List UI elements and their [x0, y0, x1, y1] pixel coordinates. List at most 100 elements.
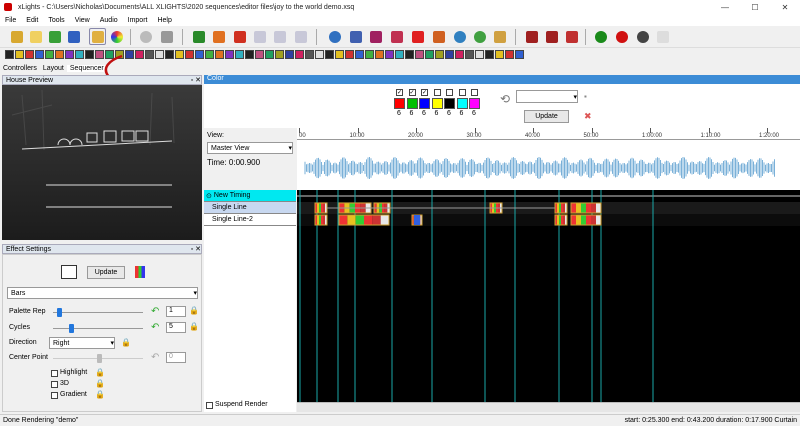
bookmark-icon[interactable] — [563, 28, 580, 45]
menu-audio[interactable]: Audio — [95, 17, 123, 24]
brush-icon[interactable] — [491, 28, 508, 45]
lock-icon[interactable]: 🔒 — [95, 379, 105, 388]
effect-palette-icon[interactable] — [385, 50, 394, 59]
effect-palette-icon[interactable] — [195, 50, 204, 59]
play-button[interactable] — [190, 28, 207, 45]
color-wheel-icon[interactable]: ⟲ — [500, 92, 510, 106]
effects-grid[interactable] — [297, 190, 800, 402]
effect-palette-icon[interactable] — [485, 50, 494, 59]
zoom-out-icon[interactable] — [543, 28, 560, 45]
effect-palette-icon[interactable] — [35, 50, 44, 59]
effect-palette-icon[interactable] — [365, 50, 374, 59]
3d-checkbox[interactable] — [51, 381, 58, 388]
panel-close-icon[interactable]: ▫ ✕ — [191, 245, 201, 253]
effect-palette-icon[interactable] — [165, 50, 174, 59]
effect-palette-icon[interactable] — [205, 50, 214, 59]
color-swatch[interactable] — [469, 98, 480, 109]
effects-icon[interactable] — [367, 28, 384, 45]
new-file-icon[interactable] — [27, 28, 44, 45]
delete-palette-icon[interactable]: ✖ — [584, 111, 592, 122]
effect-palette-icon[interactable] — [325, 50, 334, 59]
row-heading-single-line[interactable]: Single Line — [204, 202, 296, 214]
effect-palette-icon[interactable] — [45, 50, 54, 59]
pause-button[interactable] — [210, 28, 227, 45]
view-select[interactable]: Master View ▾ — [207, 142, 293, 154]
house-preview-canvas[interactable] — [2, 85, 202, 240]
effect-update-button[interactable]: Update — [87, 266, 125, 279]
color-enable-checkbox[interactable]: ✓ — [421, 89, 428, 96]
effect-palette-icon[interactable] — [355, 50, 364, 59]
effect-palette-icon[interactable] — [305, 50, 314, 59]
effect-palette-icon[interactable] — [315, 50, 324, 59]
menu-tools[interactable]: Tools — [43, 17, 69, 24]
palette-rep-slider-thumb[interactable] — [57, 308, 62, 317]
effect-palette-icon[interactable] — [245, 50, 254, 59]
cycles-slider-thumb[interactable] — [69, 324, 74, 333]
color-enable-checkbox[interactable]: ✓ — [408, 89, 416, 96]
effect-type-select[interactable]: Bars ▾ — [7, 287, 198, 299]
gradient-checkbox[interactable] — [51, 392, 58, 399]
effect-palette-icon[interactable] — [335, 50, 344, 59]
sparkle-icon[interactable] — [451, 28, 468, 45]
effect-palette-icon[interactable] — [415, 50, 424, 59]
color-enable-checkbox[interactable]: ✓ — [396, 89, 403, 96]
color-swatch[interactable] — [431, 98, 443, 109]
lock-icon[interactable]: 🔒 — [95, 390, 105, 399]
color-enable-checkbox[interactable] — [433, 89, 441, 96]
color-swatch[interactable] — [406, 98, 418, 109]
effect-palette-icon[interactable] — [505, 50, 514, 59]
timeline-ruler[interactable]: 00 10:00 20:00 30:00 40:00 50:00 1:00:00 1:10:0… — [297, 128, 800, 140]
open-file-icon[interactable] — [46, 28, 63, 45]
effect-palette-icon[interactable] — [55, 50, 64, 59]
gear-icon[interactable] — [326, 28, 343, 45]
row-heading-single-line-2[interactable]: Single Line-2 — [204, 214, 296, 226]
direction-select[interactable]: Right ▾ — [49, 337, 115, 349]
effect-palette-icon[interactable] — [175, 50, 184, 59]
effect-palette-icon[interactable] — [405, 50, 414, 59]
effect-palette-icon[interactable] — [25, 50, 34, 59]
effect-palette-icon[interactable] — [15, 50, 24, 59]
color-enable-checkbox[interactable] — [471, 89, 478, 96]
palette-rep-curve-icon[interactable]: ↶ — [151, 306, 159, 317]
color-swatch[interactable] — [456, 98, 468, 109]
suspend-render-checkbox[interactable] — [206, 402, 213, 409]
models-icon[interactable] — [347, 28, 364, 45]
effect-palette-icon[interactable] — [255, 50, 264, 59]
menu-view[interactable]: View — [70, 17, 95, 24]
color-enable-checkbox[interactable] — [458, 89, 466, 96]
maximize-button[interactable]: ☐ — [740, 0, 770, 14]
effect-palette-icon[interactable] — [345, 50, 354, 59]
color-swatch[interactable] — [394, 98, 405, 109]
menu-edit[interactable]: Edit — [21, 17, 43, 24]
sparkle-2-icon[interactable] — [471, 28, 488, 45]
color-swatch[interactable] — [419, 98, 430, 109]
tab-layout[interactable]: Layout — [40, 65, 67, 72]
cycles-slider[interactable] — [53, 328, 143, 329]
save-icon[interactable] — [65, 28, 82, 45]
help-icon[interactable] — [592, 28, 609, 45]
effect-palette-icon[interactable] — [225, 50, 234, 59]
lock-icon[interactable]: 🔒 — [95, 368, 105, 377]
effect-palette-icon[interactable] — [145, 50, 154, 59]
menu-file[interactable]: File — [0, 17, 21, 24]
home-icon[interactable] — [430, 28, 447, 45]
bell-icon[interactable] — [654, 28, 671, 45]
effect-palette-icon[interactable] — [495, 50, 504, 59]
effect-palette-icon[interactable] — [475, 50, 484, 59]
effect-palette-icon[interactable] — [435, 50, 444, 59]
color-enable-checkbox[interactable] — [446, 89, 453, 96]
menu-import[interactable]: Import — [123, 17, 153, 24]
effect-palette-icon[interactable] — [215, 50, 224, 59]
replay-icon[interactable] — [292, 28, 309, 45]
color-swatch[interactable] — [444, 98, 455, 109]
zoom-in-icon[interactable] — [523, 28, 540, 45]
battery-icon[interactable] — [158, 28, 175, 45]
record-icon[interactable] — [613, 28, 630, 45]
save-as-icon[interactable] — [89, 28, 106, 45]
effect-palette-icon[interactable] — [235, 50, 244, 59]
effect-palette-icon[interactable] — [185, 50, 194, 59]
horizontal-scrollbar[interactable] — [297, 402, 800, 412]
effect-palette-icon[interactable] — [285, 50, 294, 59]
cycles-curve-icon[interactable]: ↶ — [151, 322, 159, 333]
lock-icon[interactable]: 🔒 — [189, 306, 199, 315]
